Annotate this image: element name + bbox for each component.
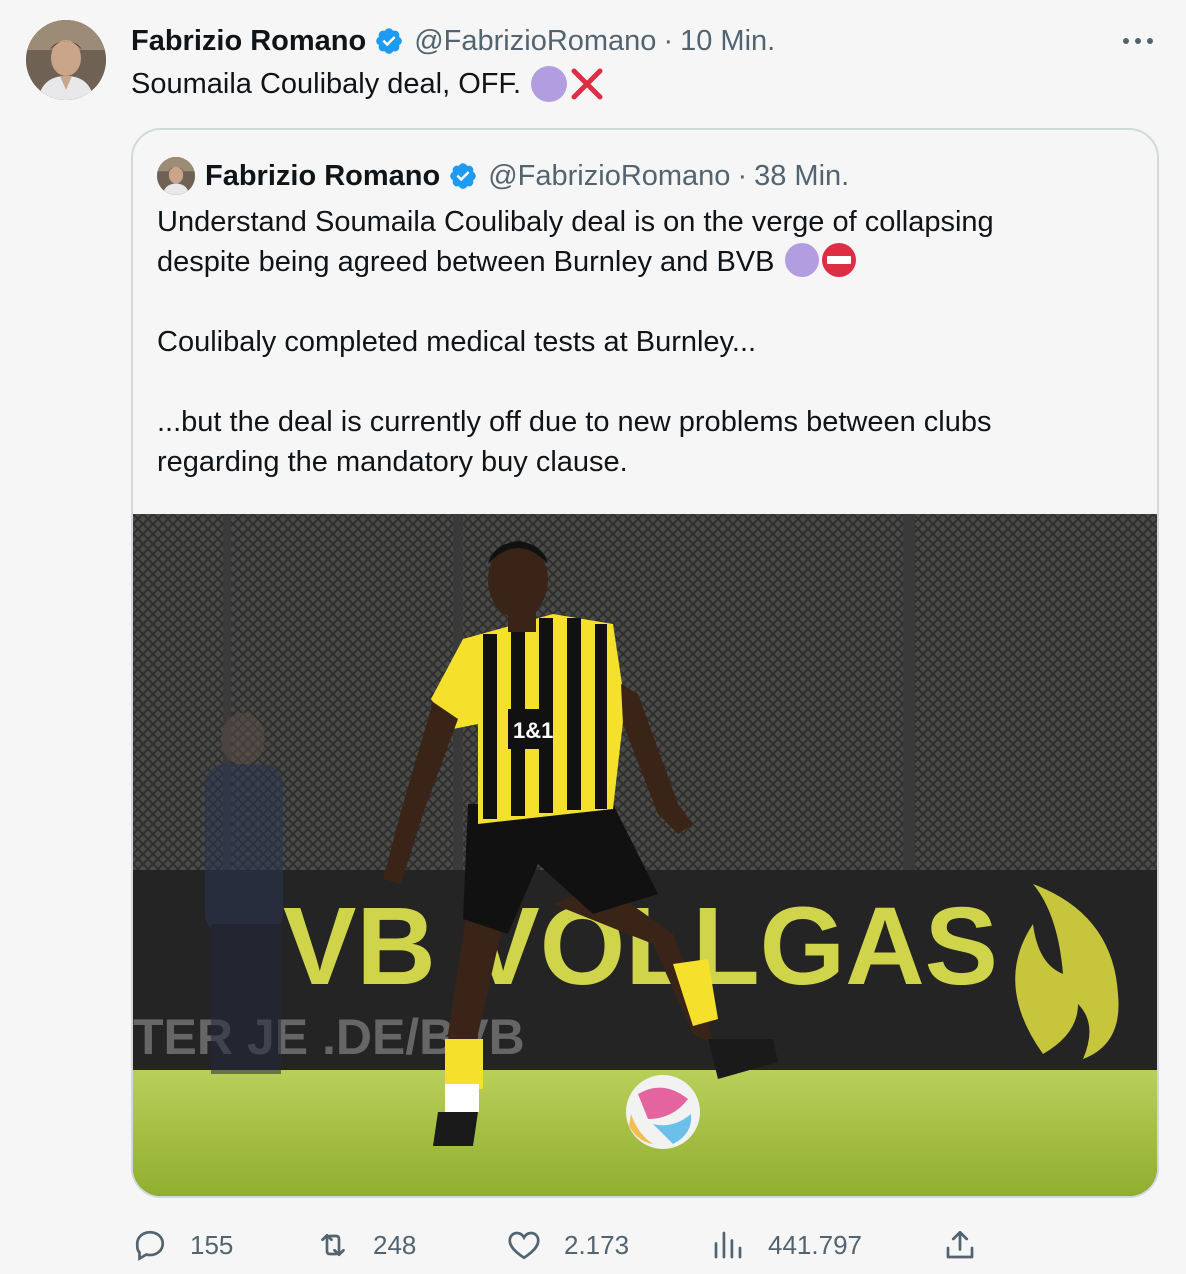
- reply-button[interactable]: 155: [132, 1222, 233, 1268]
- quoted-author-avatar: [157, 157, 195, 195]
- tweet-text-content: Soumaila Coulibaly deal, OFF.: [131, 68, 522, 100]
- more-dot: [1123, 38, 1129, 44]
- purple-circle-emoji: [531, 66, 568, 102]
- quoted-author-handle: @FabrizioRomano: [488, 159, 731, 192]
- retweet-icon: [321, 1233, 345, 1257]
- quoted-tweet-header: Fabrizio Romano @FabrizioRomano · 38 Min…: [157, 156, 849, 196]
- sponsor-text: 1&1: [513, 718, 553, 743]
- more-dot: [1147, 38, 1153, 44]
- quoted-tweet-text: Understand Soumaila Coulibaly deal is on…: [157, 202, 1137, 482]
- more-icon[interactable]: [1120, 24, 1156, 58]
- more-dot: [1135, 38, 1141, 44]
- tweet-actions: 155 248 2.173 441.797: [132, 1222, 992, 1268]
- verified-badge-icon: [376, 28, 403, 54]
- quoted-paragraph-3-line-2: regarding the mandatory buy clause.: [157, 446, 628, 478]
- reply-icon: [135, 1230, 165, 1261]
- like-button[interactable]: 2.173: [506, 1222, 629, 1268]
- football-player-photo: VB VOLLGAS TER JE .DE/BVB 1&1: [133, 514, 1157, 1196]
- quoted-line-1: Understand Soumaila Coulibaly deal is on…: [157, 206, 994, 238]
- author-handle[interactable]: @FabrizioRomano: [414, 25, 656, 58]
- quoted-paragraph-3-line-1: ...but the deal is currently off due to …: [157, 406, 992, 438]
- author-avatar[interactable]: [26, 20, 106, 100]
- purple-circle-emoji: [784, 243, 819, 277]
- quoted-tweet-card[interactable]: Fabrizio Romano @FabrizioRomano · 38 Min…: [131, 128, 1159, 1198]
- quoted-paragraph-2: Coulibaly completed medical tests at Bur…: [157, 326, 757, 358]
- tweet-photo[interactable]: VB VOLLGAS TER JE .DE/BVB 1&1: [133, 514, 1157, 1196]
- like-icon: [508, 1231, 540, 1260]
- views-count: 441.797: [768, 1229, 862, 1260]
- like-count: 2.173: [564, 1229, 630, 1260]
- share-button[interactable]: [942, 1222, 1000, 1268]
- quoted-line-2-text: despite being agreed between Burnley and…: [157, 246, 775, 278]
- share-icon: [946, 1230, 974, 1259]
- quoted-author-name: Fabrizio Romano: [205, 159, 441, 192]
- separator-dot: ·: [663, 24, 674, 57]
- author-name[interactable]: Fabrizio Romano: [131, 25, 366, 58]
- retweet-count: 248: [373, 1229, 417, 1260]
- verified-badge-icon: [450, 163, 477, 189]
- tweet-text: Soumaila Coulibaly deal, OFF.: [131, 64, 605, 104]
- reply-count: 155: [190, 1229, 234, 1260]
- views-button[interactable]: 441.797: [710, 1222, 862, 1268]
- quoted-avatar-image: [157, 157, 195, 195]
- cross-mark-emoji: [571, 68, 603, 100]
- views-icon: [714, 1231, 742, 1259]
- avatar-image: [26, 20, 106, 100]
- quoted-line-2: despite being agreed between Burnley and…: [157, 242, 1137, 282]
- tweet-time[interactable]: 10 Min.: [680, 25, 775, 58]
- retweet-button[interactable]: 248: [315, 1222, 416, 1268]
- separator-dot: ·: [737, 159, 748, 192]
- quoted-tweet-time: 38 Min.: [754, 159, 850, 192]
- ad-board-text: VB VOLLGAS: [283, 885, 998, 1008]
- tweet-header: Fabrizio Romano @FabrizioRomano · 10 Min…: [131, 22, 775, 60]
- no-entry-emoji: [821, 243, 856, 277]
